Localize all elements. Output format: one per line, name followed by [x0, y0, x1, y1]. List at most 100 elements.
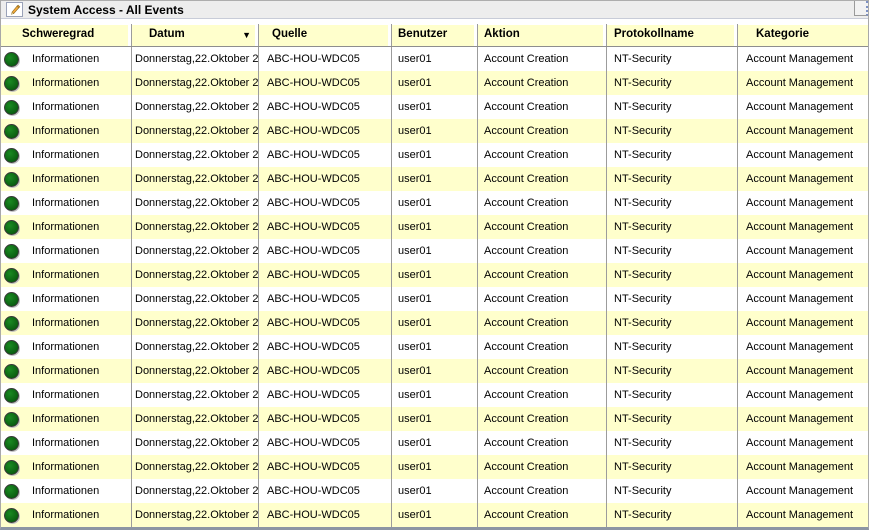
severity-green-circle-icon: [4, 508, 19, 523]
severity-green-circle-icon: [4, 460, 19, 475]
cell-protokollname: NT-Security: [607, 191, 738, 215]
column-header-aktion[interactable]: Aktion: [478, 24, 607, 46]
cell-schweregrad: Informationen: [1, 383, 132, 407]
cell-benutzer: user01: [392, 311, 478, 335]
table-row[interactable]: InformationenDonnerstag,22.Oktober 20ABC…: [1, 191, 868, 215]
cell-benutzer: user01: [392, 407, 478, 431]
column-header-datum[interactable]: Datum ▼: [132, 24, 259, 46]
cell-schweregrad: Informationen: [1, 455, 132, 479]
cell-datum: Donnerstag,22.Oktober 20: [132, 119, 259, 143]
column-header-benutzer[interactable]: Benutzer: [392, 24, 478, 46]
cell-datum: Donnerstag,22.Oktober 20: [132, 455, 259, 479]
corner-widget[interactable]: [854, 1, 868, 16]
cell-benutzer: user01: [392, 95, 478, 119]
table-row[interactable]: InformationenDonnerstag,22.Oktober 20ABC…: [1, 119, 868, 143]
cell-quelle: ABC-HOU-WDC05: [259, 503, 392, 527]
severity-label: Informationen: [32, 479, 99, 503]
severity-green-circle-icon: [4, 388, 19, 403]
cell-schweregrad: Informationen: [1, 47, 132, 71]
cell-kategorie: Account Management: [738, 263, 868, 287]
cell-benutzer: user01: [392, 383, 478, 407]
cell-schweregrad: Informationen: [1, 407, 132, 431]
cell-datum: Donnerstag,22.Oktober 20: [132, 287, 259, 311]
severity-label: Informationen: [32, 239, 99, 263]
severity-green-circle-icon: [4, 172, 19, 187]
severity-label: Informationen: [32, 95, 99, 119]
table-row[interactable]: InformationenDonnerstag,22.Oktober 20ABC…: [1, 215, 868, 239]
severity-label: Informationen: [32, 407, 99, 431]
cell-kategorie: Account Management: [738, 503, 868, 527]
column-header-kategorie[interactable]: Kategorie: [738, 24, 868, 46]
cell-protokollname: NT-Security: [607, 239, 738, 263]
cell-aktion: Account Creation: [478, 455, 607, 479]
cell-quelle: ABC-HOU-WDC05: [259, 359, 392, 383]
cell-kategorie: Account Management: [738, 479, 868, 503]
cell-quelle: ABC-HOU-WDC05: [259, 71, 392, 95]
table-row[interactable]: InformationenDonnerstag,22.Oktober 20ABC…: [1, 143, 868, 167]
severity-green-circle-icon: [4, 436, 19, 451]
cell-benutzer: user01: [392, 191, 478, 215]
cell-benutzer: user01: [392, 431, 478, 455]
severity-label: Informationen: [32, 503, 99, 527]
table-header-row: Schweregrad Datum ▼ QuelleBenutzer Aktion Pro…: [1, 24, 868, 47]
cell-kategorie: Account Management: [738, 71, 868, 95]
sort-descending-icon: ▼: [242, 24, 251, 46]
event-viewer-window: System Access - All Events Schweregrad Da…: [0, 0, 869, 530]
cell-datum: Donnerstag,22.Oktober 20: [132, 191, 259, 215]
title-bar: System Access - All Events: [1, 0, 868, 19]
table-row[interactable]: Informationen Donnerstag,22.Oktober 20ABC…: [1, 407, 868, 431]
cell-aktion: Account Creation: [478, 335, 607, 359]
table-row[interactable]: InformationenDonnerstag,22.Oktober 20ABC…: [1, 455, 868, 479]
cell-benutzer: user01: [392, 239, 478, 263]
table-row[interactable]: InformationenDonnerstag,22.Oktober 20ABC…: [1, 71, 868, 95]
table-row[interactable]: InformationenDonnerstag,22.Oktober 20ABC…: [1, 335, 868, 359]
cell-datum: Donnerstag,22.Oktober 20: [132, 143, 259, 167]
cell-aktion: Account Creation: [478, 47, 607, 71]
table-row[interactable]: InformationenDonnerstag,22.Oktober 20ABC…: [1, 239, 868, 263]
cell-datum: Donnerstag,22.Oktober 20: [132, 263, 259, 287]
severity-green-circle-icon: [4, 484, 19, 499]
table-row[interactable]: InformationenDonnerstag,22.Oktober 20ABC…: [1, 431, 868, 455]
cell-protokollname: NT-Security: [607, 167, 738, 191]
cell-datum: Donnerstag,22.Oktober 20: [132, 407, 259, 431]
severity-green-circle-icon: [4, 148, 19, 163]
cell-quelle: ABC-HOU-WDC05: [259, 239, 392, 263]
cell-protokollname: NT-Security: [607, 95, 738, 119]
cell-benutzer: user01: [392, 71, 478, 95]
severity-label: Informationen: [32, 143, 99, 167]
cell-protokollname: NT-Security: [607, 119, 738, 143]
cell-benutzer: user01: [392, 47, 478, 71]
column-header-quelle[interactable]: Quelle: [259, 24, 392, 46]
cell-datum: Donnerstag,22.Oktober 20: [132, 215, 259, 239]
column-header-protokollname[interactable]: Protokollname: [607, 24, 738, 46]
table-row[interactable]: InformationenDonnerstag,22.Oktober 20ABC…: [1, 503, 868, 527]
column-header-label: Aktion: [484, 28, 520, 40]
cell-quelle: ABC-HOU-WDC05: [259, 215, 392, 239]
table-row[interactable]: InformationenDonnerstag,22.Oktober 20ABC…: [1, 47, 868, 71]
cell-quelle: ABC-HOU-WDC05: [259, 383, 392, 407]
table-row[interactable]: InformationenDonnerstag,22.Oktober 20ABC…: [1, 287, 868, 311]
cell-protokollname: NT-Security: [607, 455, 738, 479]
cell-kategorie: Account Management: [738, 47, 868, 71]
table-row[interactable]: InformationenDonnerstag,22.Oktober 20ABC…: [1, 359, 868, 383]
cell-aktion: Account Creation: [478, 287, 607, 311]
cell-quelle: ABC-HOU-WDC05: [259, 431, 392, 455]
cell-quelle: ABC-HOU-WDC05: [259, 407, 392, 431]
table-row[interactable]: InformationenDonnerstag,22.Oktober 20ABC…: [1, 479, 868, 503]
cell-protokollname: NT-Security: [607, 359, 738, 383]
table-row[interactable]: InformationenDonnerstag,22.Oktober 20ABC…: [1, 95, 868, 119]
column-header-label: Datum: [149, 28, 185, 40]
column-header-label: Schweregrad: [22, 28, 94, 40]
table-row[interactable]: InformationenDonnerstag,22.Oktober 20ABC…: [1, 311, 868, 335]
column-header-schweregrad[interactable]: Schweregrad: [1, 24, 132, 46]
severity-label: Informationen: [32, 119, 99, 143]
cell-aktion: Account Creation: [478, 311, 607, 335]
cell-datum: Donnerstag,22.Oktober 20: [132, 359, 259, 383]
table-row[interactable]: InformationenDonnerstag,22.Oktober 20ABC…: [1, 383, 868, 407]
cell-protokollname: NT-Security: [607, 383, 738, 407]
table-row[interactable]: InformationenDonnerstag,22.Oktober 20ABC…: [1, 167, 868, 191]
cell-aktion: Account Creation: [478, 359, 607, 383]
cell-kategorie: Account Management: [738, 287, 868, 311]
table-row[interactable]: InformationenDonnerstag,22.Oktober 20ABC…: [1, 263, 868, 287]
cell-protokollname: NT-Security: [607, 503, 738, 527]
